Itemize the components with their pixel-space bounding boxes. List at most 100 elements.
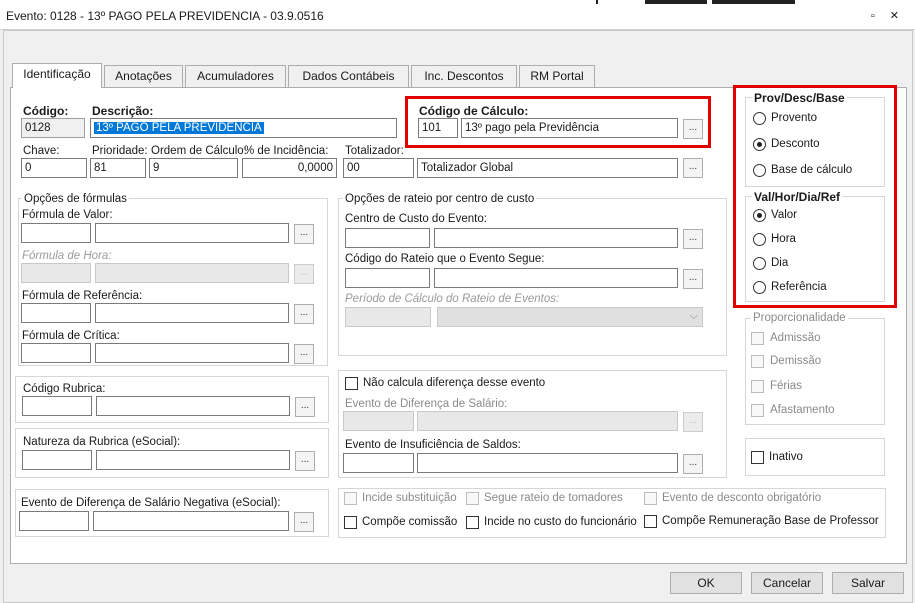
totalizador-lookup-button[interactable]: ... xyxy=(683,158,703,178)
ordem-calculo-label: Ordem de Cálculo: xyxy=(151,145,247,157)
formula-critica-lookup-button[interactable]: ... xyxy=(294,344,314,364)
tab-identificacao[interactable]: Identificação xyxy=(12,63,102,88)
referencia-radio[interactable] xyxy=(753,281,766,294)
formula-valor-desc[interactable] xyxy=(95,223,289,243)
inativo-checkbox[interactable] xyxy=(751,451,764,464)
demissao-checkbox xyxy=(751,355,764,368)
formula-referencia-desc[interactable] xyxy=(95,303,289,323)
natureza-rubrica-lookup-button[interactable]: ... xyxy=(295,451,315,471)
tab-rm-portal[interactable]: RM Portal xyxy=(519,65,595,87)
evento-diferenca-label: Evento de Diferença de Salário: xyxy=(345,398,508,410)
compoe-comissao-checkbox[interactable] xyxy=(344,516,357,529)
afastamento-label: Afastamento xyxy=(770,404,835,416)
evento-diferenca-lookup-button: ... xyxy=(683,412,703,432)
tab-acumuladores[interactable]: Acumuladores xyxy=(185,65,286,87)
incide-substituicao-checkbox xyxy=(344,492,357,505)
nao-calcula-diferenca-checkbox[interactable] xyxy=(345,377,358,390)
proporcionalidade-title: Proporcionalidade xyxy=(751,312,848,324)
codigo-rateio-desc[interactable] xyxy=(434,268,678,288)
chave-label: Chave: xyxy=(23,145,60,157)
formulas-group-title: Opções de fórmulas xyxy=(22,193,129,205)
hora-label: Hora xyxy=(771,233,796,245)
chevron-down-icon: ⌵ xyxy=(689,310,698,322)
codigo-calculo-lookup-button[interactable]: ... xyxy=(683,119,703,139)
codigo-rubrica-lookup-button[interactable]: ... xyxy=(295,397,315,417)
tab-inc-descontos[interactable]: Inc. Descontos xyxy=(411,65,517,87)
evento-insuficiencia-desc[interactable] xyxy=(417,453,678,473)
dia-label: Dia xyxy=(771,257,789,269)
natureza-rubrica-code[interactable] xyxy=(22,450,92,470)
ordem-calculo-field[interactable]: 9 xyxy=(149,158,238,178)
diferenca-negativa-label: Evento de Diferença de Salário Negativa … xyxy=(21,497,281,509)
rateio-group-title: Opções de rateio por centro de custo xyxy=(343,193,537,205)
codigo-calculo-desc-field[interactable]: 13º pago pela Previdência xyxy=(461,118,678,138)
top-strip xyxy=(596,0,598,4)
desconto-obrigatorio-checkbox xyxy=(644,492,657,505)
codigo-rubrica-code[interactable] xyxy=(22,396,92,416)
formula-valor-lookup-button[interactable]: ... xyxy=(294,224,314,244)
codigo-rateio-lookup-button[interactable]: ... xyxy=(683,269,703,289)
valor-radio[interactable] xyxy=(753,209,766,222)
diferenca-negativa-code[interactable] xyxy=(19,511,89,531)
chave-field[interactable]: 0 xyxy=(21,158,87,178)
formula-valor-code[interactable] xyxy=(21,223,91,243)
base-calculo-radio[interactable] xyxy=(753,164,766,177)
base-calculo-label: Base de cálculo xyxy=(771,164,853,176)
codigo-label: Código: xyxy=(23,104,69,118)
compoe-remuneracao-label: Compõe Remuneração Base de Professor xyxy=(662,515,879,527)
inativo-group xyxy=(745,438,885,476)
formula-critica-code[interactable] xyxy=(21,343,91,363)
top-strip xyxy=(712,0,795,4)
desconto-obrigatorio-label: Evento de desconto obrigatório xyxy=(662,492,822,504)
inativo-label: Inativo xyxy=(769,451,803,463)
totalizador-desc-field[interactable]: Totalizador Global xyxy=(417,158,678,178)
diferenca-negativa-lookup-button[interactable]: ... xyxy=(294,512,314,532)
centro-custo-desc[interactable] xyxy=(434,228,678,248)
codigo-rubrica-label: Código Rubrica: xyxy=(23,383,106,395)
provento-radio[interactable] xyxy=(753,112,766,125)
referencia-label: Referência xyxy=(771,281,827,293)
dia-radio[interactable] xyxy=(753,257,766,270)
descricao-selected-text: 13º PAGO PELA PREVIDENCIA xyxy=(94,122,264,134)
compoe-comissao-label: Compõe comissão xyxy=(362,516,458,528)
evento-insuficiencia-code[interactable] xyxy=(343,453,414,473)
evento-insuficiencia-lookup-button[interactable]: ... xyxy=(683,454,703,474)
save-button[interactable]: Salvar xyxy=(832,572,904,594)
desconto-radio[interactable] xyxy=(753,138,766,151)
tab-anotacoes[interactable]: Anotações xyxy=(104,65,183,87)
diferenca-negativa-desc[interactable] xyxy=(93,511,289,531)
cancel-button[interactable]: Cancelar xyxy=(751,572,823,594)
top-strip xyxy=(645,0,707,4)
incide-custo-checkbox[interactable] xyxy=(466,516,479,529)
tab-dados-contabeis[interactable]: Dados Contábeis xyxy=(288,65,409,87)
prioridade-field[interactable]: 81 xyxy=(90,158,146,178)
formula-critica-desc[interactable] xyxy=(95,343,289,363)
codigo-rateio-code[interactable] xyxy=(345,268,430,288)
totalizador-field[interactable]: 00 xyxy=(343,158,414,178)
codigo-calculo-field[interactable]: 101 xyxy=(418,118,458,138)
descricao-field[interactable]: 13º PAGO PELA PREVIDENCIA xyxy=(90,118,397,138)
codigo-field[interactable]: 0128 xyxy=(21,118,85,138)
natureza-rubrica-label: Natureza da Rubrica (eSocial): xyxy=(23,436,181,448)
codigo-rubrica-desc[interactable] xyxy=(96,396,290,416)
incide-custo-label: Incide no custo do funcionário xyxy=(484,516,637,528)
hora-radio[interactable] xyxy=(753,233,766,246)
formula-hora-desc xyxy=(95,263,289,283)
window-controls[interactable]: ▫ ✕ xyxy=(871,9,905,22)
afastamento-checkbox xyxy=(751,404,764,417)
centro-custo-code[interactable] xyxy=(345,228,430,248)
periodo-rateio-label: Período de Cálculo do Rateio de Eventos: xyxy=(345,293,560,305)
totalizador-label: Totalizador: xyxy=(345,145,404,157)
natureza-rubrica-desc[interactable] xyxy=(96,450,290,470)
desconto-label: Desconto xyxy=(771,138,820,150)
formula-valor-label: Fórmula de Valor: xyxy=(22,209,113,221)
formula-hora-code xyxy=(21,263,91,283)
compoe-remuneracao-checkbox[interactable] xyxy=(644,515,657,528)
incidencia-field[interactable]: 0,0000 xyxy=(242,158,337,178)
evento-insuficiencia-label: Evento de Insuficiência de Saldos: xyxy=(345,439,521,451)
formula-referencia-code[interactable] xyxy=(21,303,91,323)
formula-referencia-lookup-button[interactable]: ... xyxy=(294,304,314,324)
centro-custo-lookup-button[interactable]: ... xyxy=(683,229,703,249)
prov-desc-base-title: Prov/Desc/Base xyxy=(752,91,847,105)
ok-button[interactable]: OK xyxy=(670,572,742,594)
